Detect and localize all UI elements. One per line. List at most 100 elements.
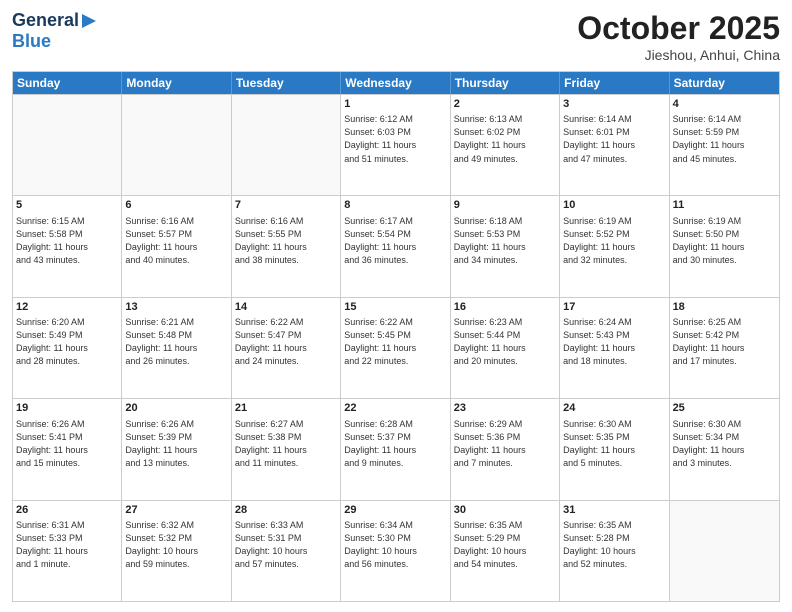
table-row: 5 Sunrise: 6:15 AM Sunset: 5:58 PM Daylig… — [13, 196, 122, 296]
day-content: Sunrise: 6:14 AM Sunset: 6:01 PM Dayligh… — [563, 113, 665, 165]
table-row: 2Sunrise: 6:13 AM Sunset: 6:02 PM Daylig… — [451, 95, 560, 195]
day-content: Sunrise: 6:19 AM Sunset: 5:52 PM Dayligh… — [563, 215, 665, 267]
title-block: October 2025 Jieshou, Anhui, China — [577, 10, 780, 63]
day-content: Sunrise: 6:17 AM Sunset: 5:54 PM Dayligh… — [344, 215, 446, 267]
table-row — [13, 95, 122, 195]
day-content: Sunrise: 6:33 AM Sunset: 5:31 PM Dayligh… — [235, 519, 337, 571]
day-number: 18 — [673, 300, 776, 315]
day-number: 31 — [563, 503, 665, 518]
table-row: 3Sunrise: 6:14 AM Sunset: 6:01 PM Daylig… — [560, 95, 669, 195]
logo-general-text: General — [12, 10, 79, 31]
table-row: 24 Sunrise: 6:30 AM Sunset: 5:35 PM Dayli… — [560, 399, 669, 499]
day-content: Sunrise: 6:21 AM Sunset: 5:48 PM Dayligh… — [125, 316, 227, 368]
table-row: 9 Sunrise: 6:18 AM Sunset: 5:53 PM Daylig… — [451, 196, 560, 296]
day-number: 4 — [673, 97, 776, 112]
day-number: 10 — [563, 198, 665, 213]
day-content: Sunrise: 6:25 AM Sunset: 5:42 PM Dayligh… — [673, 316, 776, 368]
table-row: 20Sunrise: 6:26 AM Sunset: 5:39 PM Dayli… — [122, 399, 231, 499]
day-number: 12 — [16, 300, 118, 315]
day-content: Sunrise: 6:20 AM Sunset: 5:49 PM Dayligh… — [16, 316, 118, 368]
table-row — [232, 95, 341, 195]
day-content: Sunrise: 6:19 AM Sunset: 5:50 PM Dayligh… — [673, 215, 776, 267]
table-row: 10 Sunrise: 6:19 AM Sunset: 5:52 PM Dayli… — [560, 196, 669, 296]
calendar-header-row: SundayMondayTuesdayWednesdayThursdayFrid… — [13, 72, 779, 94]
day-content: Sunrise: 6:12 AM Sunset: 6:03 PM Dayligh… — [344, 113, 446, 165]
day-number: 26 — [16, 503, 118, 518]
table-row: 4Sunrise: 6:14 AM Sunset: 5:59 PM Daylig… — [670, 95, 779, 195]
header-day-tuesday: Tuesday — [232, 72, 341, 94]
table-row: 29Sunrise: 6:34 AM Sunset: 5:30 PM Dayli… — [341, 501, 450, 601]
table-row: 14Sunrise: 6:22 AM Sunset: 5:47 PM Dayli… — [232, 298, 341, 398]
table-row: 12Sunrise: 6:20 AM Sunset: 5:49 PM Dayli… — [13, 298, 122, 398]
table-row: 22Sunrise: 6:28 AM Sunset: 5:37 PM Dayli… — [341, 399, 450, 499]
table-row: 7 Sunrise: 6:16 AM Sunset: 5:55 PM Daylig… — [232, 196, 341, 296]
day-number: 17 — [563, 300, 665, 315]
location: Jieshou, Anhui, China — [577, 47, 780, 63]
day-content: Sunrise: 6:30 AM Sunset: 5:34 PM Dayligh… — [673, 418, 776, 470]
table-row: 27Sunrise: 6:32 AM Sunset: 5:32 PM Dayli… — [122, 501, 231, 601]
table-row: 28Sunrise: 6:33 AM Sunset: 5:31 PM Dayli… — [232, 501, 341, 601]
day-content: Sunrise: 6:14 AM Sunset: 5:59 PM Dayligh… — [673, 113, 776, 165]
day-content: Sunrise: 6:30 AM Sunset: 5:35 PM Dayligh… — [563, 418, 665, 470]
day-content: Sunrise: 6:15 AM Sunset: 5:58 PM Dayligh… — [16, 215, 118, 267]
day-number: 24 — [563, 401, 665, 416]
calendar-body: 1Sunrise: 6:12 AM Sunset: 6:03 PM Daylig… — [13, 94, 779, 601]
day-content: Sunrise: 6:35 AM Sunset: 5:28 PM Dayligh… — [563, 519, 665, 571]
header: General Blue October 2025 Jieshou, Anhui… — [12, 10, 780, 63]
day-number: 6 — [125, 198, 227, 213]
day-number: 2 — [454, 97, 556, 112]
day-number: 1 — [344, 97, 446, 112]
day-number: 30 — [454, 503, 556, 518]
calendar-week-2: 5 Sunrise: 6:15 AM Sunset: 5:58 PM Daylig… — [13, 195, 779, 296]
day-number: 9 — [454, 198, 556, 213]
day-content: Sunrise: 6:18 AM Sunset: 5:53 PM Dayligh… — [454, 215, 556, 267]
table-row: 16Sunrise: 6:23 AM Sunset: 5:44 PM Dayli… — [451, 298, 560, 398]
logo: General Blue — [12, 10, 98, 52]
calendar-week-3: 12Sunrise: 6:20 AM Sunset: 5:49 PM Dayli… — [13, 297, 779, 398]
header-day-friday: Friday — [560, 72, 669, 94]
table-row: 21 Sunrise: 6:27 AM Sunset: 5:38 PM Dayli… — [232, 399, 341, 499]
day-number: 11 — [673, 198, 776, 213]
day-content: Sunrise: 6:28 AM Sunset: 5:37 PM Dayligh… — [344, 418, 446, 470]
month-title: October 2025 — [577, 10, 780, 47]
day-content: Sunrise: 6:31 AM Sunset: 5:33 PM Dayligh… — [16, 519, 118, 571]
day-content: Sunrise: 6:26 AM Sunset: 5:39 PM Dayligh… — [125, 418, 227, 470]
table-row: 11 Sunrise: 6:19 AM Sunset: 5:50 PM Dayli… — [670, 196, 779, 296]
day-number: 3 — [563, 97, 665, 112]
day-content: Sunrise: 6:27 AM Sunset: 5:38 PM Dayligh… — [235, 418, 337, 470]
day-content: Sunrise: 6:23 AM Sunset: 5:44 PM Dayligh… — [454, 316, 556, 368]
day-number: 25 — [673, 401, 776, 416]
day-number: 8 — [344, 198, 446, 213]
day-number: 14 — [235, 300, 337, 315]
page-container: General Blue October 2025 Jieshou, Anhui… — [0, 0, 792, 612]
day-content: Sunrise: 6:26 AM Sunset: 5:41 PM Dayligh… — [16, 418, 118, 470]
logo-blue-text: Blue — [12, 31, 51, 51]
header-day-wednesday: Wednesday — [341, 72, 450, 94]
day-number: 21 — [235, 401, 337, 416]
day-content: Sunrise: 6:22 AM Sunset: 5:45 PM Dayligh… — [344, 316, 446, 368]
day-content: Sunrise: 6:24 AM Sunset: 5:43 PM Dayligh… — [563, 316, 665, 368]
day-content: Sunrise: 6:34 AM Sunset: 5:30 PM Dayligh… — [344, 519, 446, 571]
logo-arrow-icon — [80, 12, 98, 30]
day-number: 7 — [235, 198, 337, 213]
header-day-monday: Monday — [122, 72, 231, 94]
table-row — [122, 95, 231, 195]
day-number: 5 — [16, 198, 118, 213]
calendar: SundayMondayTuesdayWednesdayThursdayFrid… — [12, 71, 780, 602]
day-number: 13 — [125, 300, 227, 315]
day-number: 23 — [454, 401, 556, 416]
day-number: 27 — [125, 503, 227, 518]
day-content: Sunrise: 6:16 AM Sunset: 5:55 PM Dayligh… — [235, 215, 337, 267]
table-row — [670, 501, 779, 601]
day-number: 28 — [235, 503, 337, 518]
day-content: Sunrise: 6:22 AM Sunset: 5:47 PM Dayligh… — [235, 316, 337, 368]
calendar-week-5: 26Sunrise: 6:31 AM Sunset: 5:33 PM Dayli… — [13, 500, 779, 601]
table-row: 6Sunrise: 6:16 AM Sunset: 5:57 PM Daylig… — [122, 196, 231, 296]
table-row: 30Sunrise: 6:35 AM Sunset: 5:29 PM Dayli… — [451, 501, 560, 601]
day-number: 16 — [454, 300, 556, 315]
table-row: 18Sunrise: 6:25 AM Sunset: 5:42 PM Dayli… — [670, 298, 779, 398]
table-row: 1Sunrise: 6:12 AM Sunset: 6:03 PM Daylig… — [341, 95, 450, 195]
day-content: Sunrise: 6:35 AM Sunset: 5:29 PM Dayligh… — [454, 519, 556, 571]
table-row: 17Sunrise: 6:24 AM Sunset: 5:43 PM Dayli… — [560, 298, 669, 398]
day-content: Sunrise: 6:29 AM Sunset: 5:36 PM Dayligh… — [454, 418, 556, 470]
